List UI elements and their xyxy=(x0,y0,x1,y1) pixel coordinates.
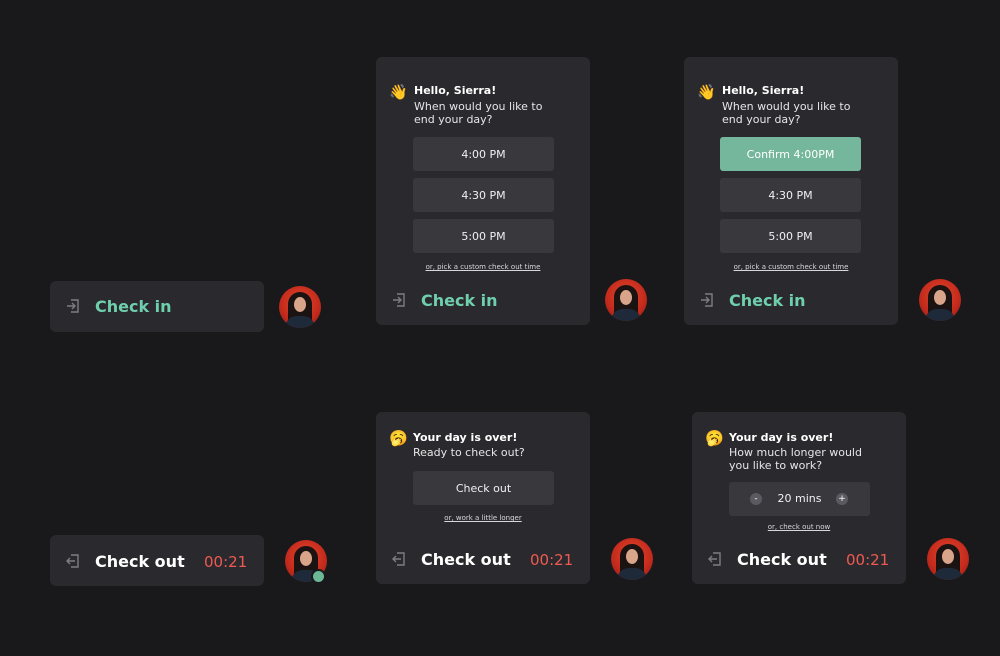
check-in-panel: 👋 Hello, Sierra! When would you like to … xyxy=(376,57,590,325)
avatar[interactable] xyxy=(611,538,653,580)
check-in-label[interactable]: Check in xyxy=(421,291,498,310)
day-over-title: Your day is over! xyxy=(413,431,518,444)
extend-work-panel: 🥱 Your day is over! How much longer woul… xyxy=(692,412,906,584)
check-out-label: Check out xyxy=(737,550,827,569)
time-option-500[interactable]: 5:00 PM xyxy=(413,219,554,253)
duration-value: 20 mins xyxy=(777,492,822,505)
check-in-confirm-panel: 👋 Hello, Sierra! When would you like to … xyxy=(684,57,898,325)
time-option-430[interactable]: 4:30 PM xyxy=(413,178,554,212)
time-option-500[interactable]: 5:00 PM xyxy=(720,219,861,253)
sign-out-icon xyxy=(708,552,721,566)
check-out-pill[interactable]: Check out 00:21 xyxy=(50,535,264,586)
increase-button[interactable]: + xyxy=(836,493,848,505)
check-in-label: Check in xyxy=(95,297,172,316)
avatar[interactable] xyxy=(279,286,321,328)
elapsed-timer: 00:21 xyxy=(530,551,574,569)
waving-hand-icon: 👋 xyxy=(697,83,716,101)
sign-in-icon xyxy=(701,293,713,307)
greeting-title: Hello, Sierra! xyxy=(414,84,497,97)
avatar[interactable] xyxy=(927,538,969,580)
check-out-label: Check out xyxy=(421,550,511,569)
greeting-subtitle: When would you like to end your day? xyxy=(722,100,851,126)
sign-in-icon xyxy=(393,293,405,307)
yawning-face-icon: 🥱 xyxy=(389,429,408,447)
sign-out-icon xyxy=(66,554,79,568)
online-status-dot xyxy=(311,569,326,584)
avatar[interactable] xyxy=(919,279,961,321)
check-out-now-link[interactable]: or, check out now xyxy=(692,523,906,531)
check-in-label[interactable]: Check in xyxy=(729,291,806,310)
time-option-400[interactable]: 4:00 PM xyxy=(413,137,554,171)
duration-stepper: - 20 mins + xyxy=(729,482,870,516)
work-longer-link[interactable]: or, work a little longer xyxy=(376,514,590,522)
check-out-panel: 🥱 Your day is over! Ready to check out? … xyxy=(376,412,590,584)
check-in-pill[interactable]: Check in xyxy=(50,281,264,332)
custom-time-link[interactable]: or, pick a custom check out time xyxy=(376,263,590,271)
greeting-subtitle: When would you like to end your day? xyxy=(414,100,543,126)
confirm-time-button[interactable]: Confirm 4:00PM xyxy=(720,137,861,171)
elapsed-timer: 00:21 xyxy=(846,551,890,569)
check-out-button[interactable]: Check out xyxy=(413,471,554,505)
sign-in-icon xyxy=(67,299,79,313)
check-out-label: Check out xyxy=(95,552,185,571)
time-option-430[interactable]: 4:30 PM xyxy=(720,178,861,212)
greeting-title: Hello, Sierra! xyxy=(722,84,805,97)
day-over-subtitle: Ready to check out? xyxy=(413,446,525,459)
custom-time-link[interactable]: or, pick a custom check out time xyxy=(684,263,898,271)
day-over-subtitle: How much longer would you like to work? xyxy=(729,446,862,472)
waving-hand-icon: 👋 xyxy=(389,83,408,101)
yawning-face-icon: 🥱 xyxy=(705,429,724,447)
sign-out-icon xyxy=(392,552,405,566)
day-over-title: Your day is over! xyxy=(729,431,834,444)
avatar[interactable] xyxy=(605,279,647,321)
elapsed-timer: 00:21 xyxy=(204,553,248,571)
